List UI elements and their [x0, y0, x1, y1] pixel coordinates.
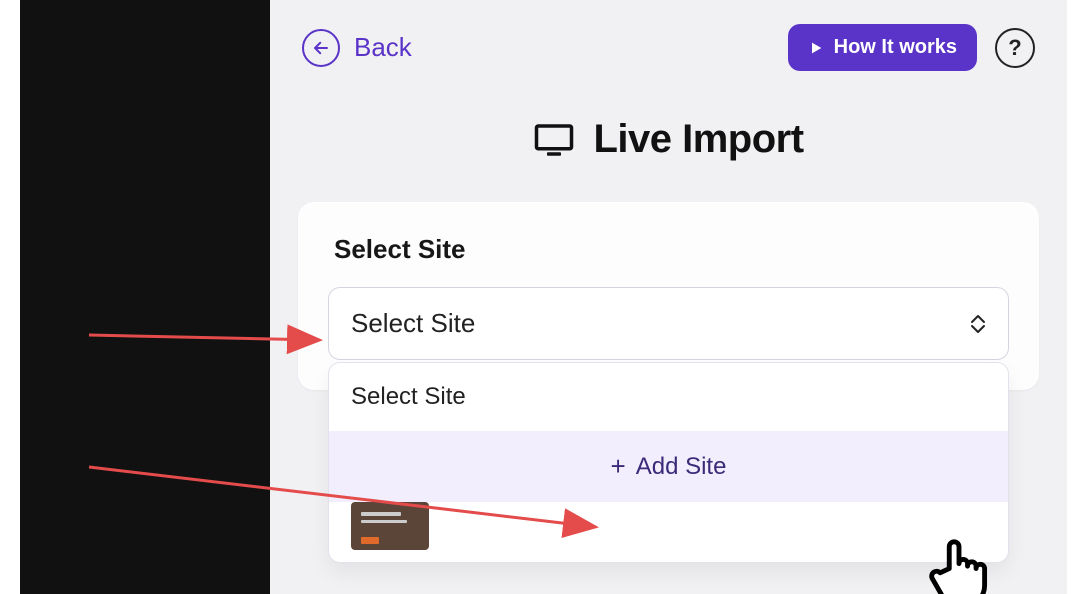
site-select[interactable]: Select Site	[328, 287, 1009, 360]
how-label: How It works	[834, 36, 957, 59]
dropdown-option-label: Select Site	[351, 383, 466, 410]
help-button[interactable]: ?	[995, 28, 1035, 68]
site-thumbnail	[351, 502, 429, 550]
play-icon	[808, 40, 824, 56]
frame-pad-right	[1067, 0, 1091, 594]
chevron-sort-icon	[970, 314, 986, 334]
site-select-placeholder: Select Site	[351, 308, 475, 339]
monitor-icon	[533, 122, 575, 158]
topbar-right: How It works ?	[788, 24, 1035, 71]
page-title-row: Live Import	[270, 117, 1067, 162]
site-dropdown: Select Site + Add Site	[328, 362, 1009, 563]
main-panel: Back How It works ? Live Import Select S…	[270, 0, 1067, 594]
back-arrow-icon	[302, 29, 340, 67]
dropdown-option-select-site[interactable]: Select Site	[329, 363, 1008, 431]
app-root: Back How It works ? Live Import Select S…	[0, 0, 1091, 594]
back-button[interactable]: Back	[302, 29, 412, 67]
page-title: Live Import	[593, 117, 803, 162]
select-site-card: Select Site Select Site Select Site + Ad…	[298, 202, 1039, 390]
frame-pad-left	[0, 0, 20, 594]
back-label: Back	[354, 32, 412, 63]
left-dark-column	[20, 0, 270, 594]
top-bar: Back How It works ?	[270, 0, 1067, 71]
question-mark-icon: ?	[1008, 35, 1021, 61]
dropdown-site-item[interactable]	[329, 502, 1008, 562]
dropdown-option-add-site[interactable]: + Add Site	[329, 431, 1008, 502]
add-site-label: Add Site	[636, 453, 727, 481]
how-it-works-button[interactable]: How It works	[788, 24, 977, 71]
plus-icon: +	[611, 451, 626, 482]
select-site-label: Select Site	[334, 234, 1009, 265]
